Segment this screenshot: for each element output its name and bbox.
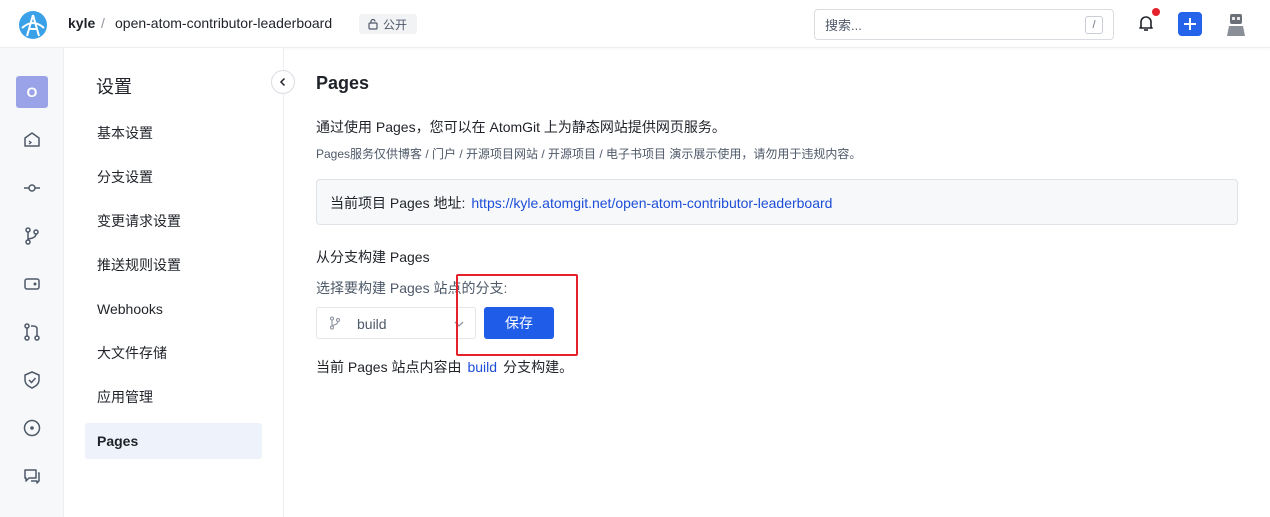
breadcrumb-user[interactable]: kyle xyxy=(68,15,95,31)
code-icon[interactable] xyxy=(22,130,42,150)
atomgit-logo-icon[interactable] xyxy=(18,10,48,40)
search-input[interactable] xyxy=(825,16,1075,34)
notification-dot xyxy=(1152,8,1160,16)
user-avatar-icon[interactable] xyxy=(1225,12,1247,36)
sidebar-item-branch-settings[interactable]: 分支设置 xyxy=(85,159,262,195)
page-title: Pages xyxy=(316,73,370,93)
lock-icon xyxy=(368,18,378,30)
visibility-label: 公开 xyxy=(383,17,408,32)
pages-address-link[interactable]: https://kyle.atomgit.net/open-atom-contr… xyxy=(471,195,832,211)
branch-select[interactable]: build xyxy=(316,307,476,339)
project-avatar[interactable]: O xyxy=(16,76,48,108)
merge-request-icon[interactable] xyxy=(22,322,42,342)
status-branch-link[interactable]: build xyxy=(467,359,497,375)
sidebar-item-basic-settings[interactable]: 基本设置 xyxy=(85,115,262,151)
branch-icon xyxy=(329,316,341,330)
branch-select-label: 选择要构建 Pages 站点的分支: xyxy=(316,280,508,296)
chevron-down-icon xyxy=(454,321,464,327)
tag-icon[interactable] xyxy=(22,274,42,294)
sidebar-item-merge-request-settings[interactable]: 变更请求设置 xyxy=(85,203,262,239)
pages-address-label: 当前项目 Pages 地址: xyxy=(330,195,466,211)
plus-icon[interactable] xyxy=(1178,12,1202,36)
status-suffix: 分支构建。 xyxy=(503,359,574,375)
branch-select-value: build xyxy=(357,316,387,332)
sidebar-title: 设置 xyxy=(96,77,132,97)
breadcrumb-separator: / xyxy=(101,15,105,31)
sidebar-item-push-rules[interactable]: 推送规则设置 xyxy=(85,247,262,283)
pages-build-status: 当前 Pages 站点内容由 build 分支构建。 xyxy=(316,357,573,377)
top-bar: kyle / open-atom-contributor-leaderboard… xyxy=(0,0,1270,48)
sidebar-item-webhooks[interactable]: Webhooks xyxy=(85,291,262,327)
visibility-badge: 公开 xyxy=(359,14,418,34)
search-box[interactable]: / xyxy=(814,9,1114,40)
usage-note: Pages服务仅供博客 / 门户 / 开源项目网站 / 开源项目 / 电子书项目… xyxy=(316,147,862,161)
settings-sidebar: 设置 基本设置 分支设置 变更请求设置 推送规则设置 Webhooks 大文件存… xyxy=(64,48,295,517)
pages-settings-content: Pages 通过使用 Pages，您可以在 AtomGit 上为静态网站提供网页… xyxy=(284,48,1270,517)
sidebar-item-pages[interactable]: Pages xyxy=(85,423,262,459)
build-section-title: 从分支构建 Pages xyxy=(316,249,430,265)
save-button[interactable]: 保存 xyxy=(484,307,554,339)
search-shortcut-key: / xyxy=(1085,16,1103,34)
issue-icon[interactable] xyxy=(22,418,42,438)
pages-address-box: 当前项目 Pages 地址: https://kyle.atomgit.net/o… xyxy=(316,179,1238,225)
branch-icon[interactable] xyxy=(22,226,42,246)
commit-icon[interactable] xyxy=(22,178,42,198)
bell-icon[interactable] xyxy=(1136,13,1156,33)
status-prefix: 当前 Pages 站点内容由 xyxy=(316,359,462,375)
discussion-icon[interactable] xyxy=(22,466,42,486)
sidebar-item-app-management[interactable]: 应用管理 xyxy=(85,379,262,415)
page-description: 通过使用 Pages，您可以在 AtomGit 上为静态网站提供网页服务。 xyxy=(316,119,726,135)
breadcrumb-repo[interactable]: open-atom-contributor-leaderboard xyxy=(115,15,332,31)
project-icon-rail: O xyxy=(0,48,64,517)
sidebar-item-lfs[interactable]: 大文件存储 xyxy=(85,335,262,371)
security-icon[interactable] xyxy=(22,370,42,390)
